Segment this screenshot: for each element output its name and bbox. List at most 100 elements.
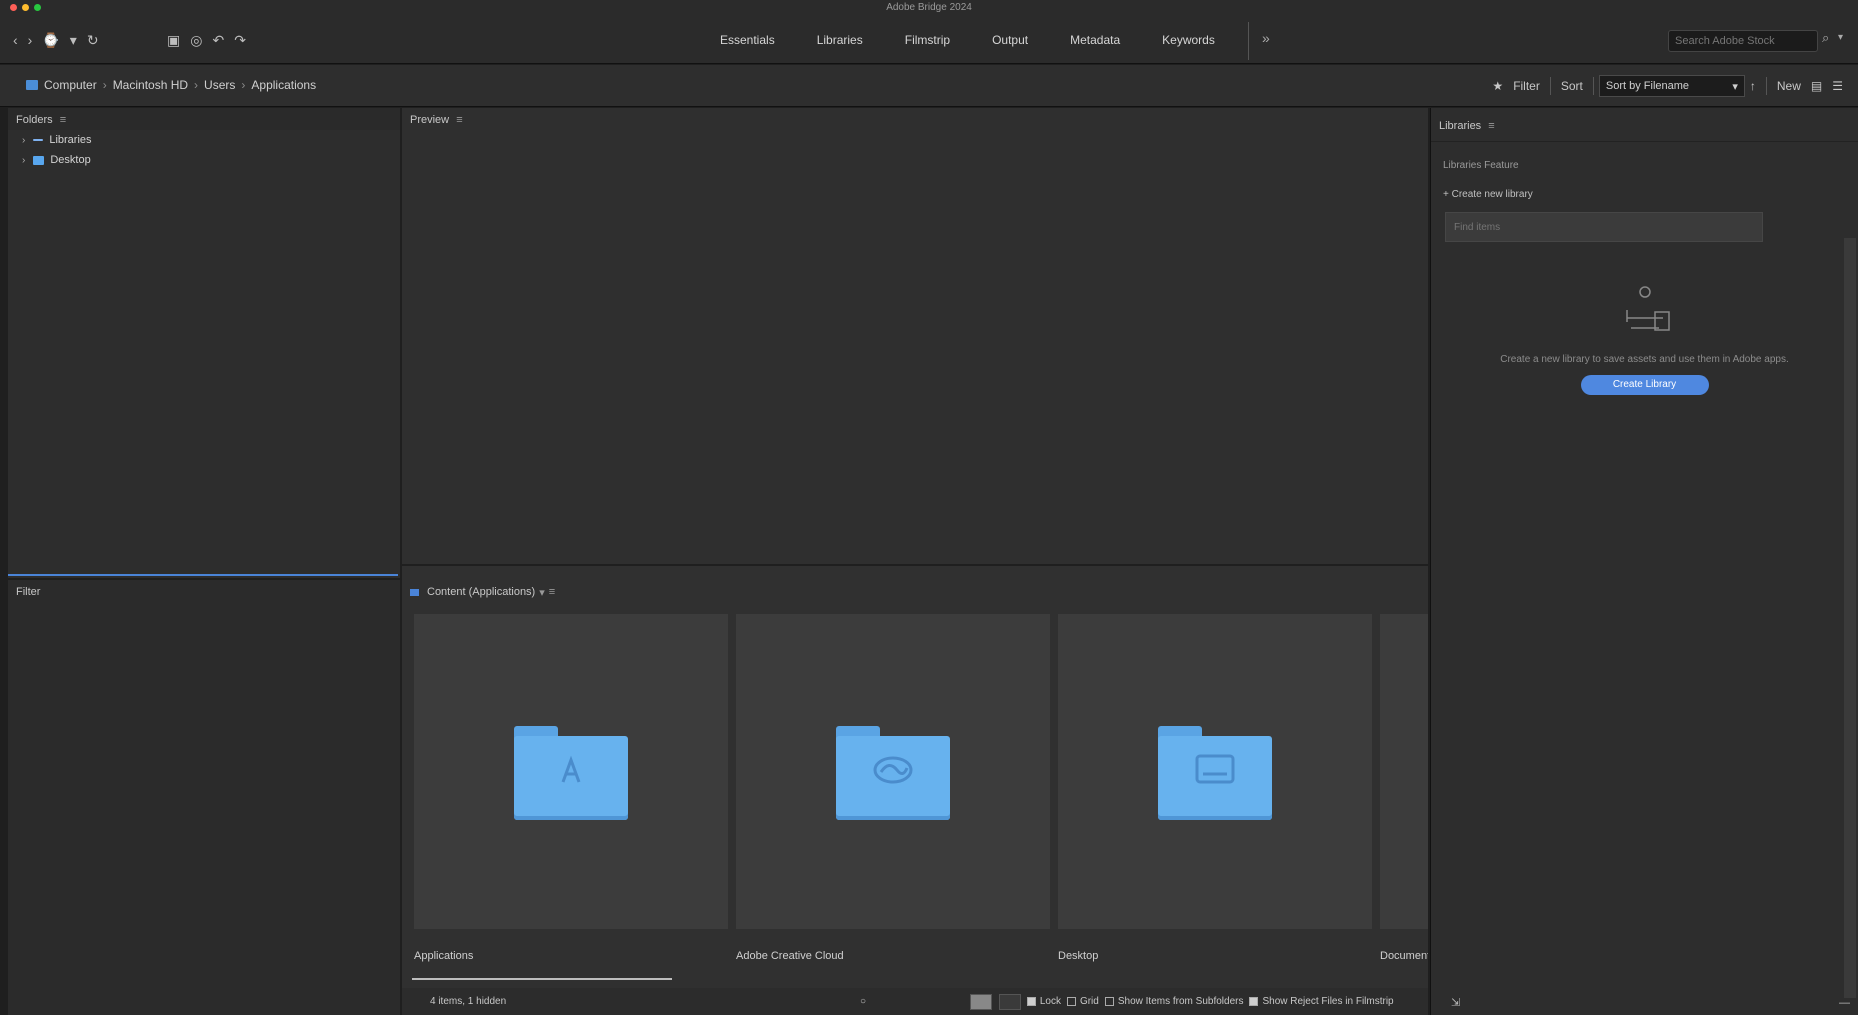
panel-menu-icon[interactable]: ≡ <box>1488 120 1494 132</box>
selection-underline <box>412 978 672 980</box>
content-panel: Content (Applications) ▾ ≡ Applications … <box>402 566 1428 1015</box>
sort-indicator-icon[interactable]: ▾ <box>539 586 545 599</box>
lock-checkbox[interactable] <box>1026 996 1036 1006</box>
breadcrumb-computer[interactable]: Computer <box>44 78 97 92</box>
action-group: ▣ ◎ ↶ ↷ <box>162 16 251 64</box>
more-workspaces-icon[interactable]: » <box>1262 30 1270 46</box>
subfolders-option[interactable]: Show Items from Subfolders <box>1104 996 1244 1007</box>
folders-panel: Folders ≡ › Libraries › Desktop <box>8 108 400 578</box>
thumbnail-documents[interactable] <box>1380 614 1428 929</box>
filter-panel: Filter <box>8 580 400 1015</box>
libraries-panel: Libraries ≡ Libraries Feature + Create n… <box>1430 108 1858 1015</box>
libraries-panel-header: Libraries ≡ <box>1431 108 1858 142</box>
collapse-icon[interactable]: — <box>1839 997 1850 1009</box>
desktop-window-icon <box>1158 752 1272 786</box>
view-tools: ★ Filter Sort Sort by Filename ▾ ↑ New ▤… <box>1487 74 1848 98</box>
details-view-button[interactable] <box>998 993 1021 1010</box>
create-library-link[interactable]: + Create new library <box>1431 189 1858 200</box>
thumbnail-label: Applications <box>414 950 474 962</box>
creative-cloud-icon <box>836 752 950 788</box>
thumbnail-desktop[interactable] <box>1058 614 1372 929</box>
search-dropdown-icon[interactable]: ▾ <box>1838 32 1843 43</box>
reject-checkbox[interactable] <box>1249 996 1259 1006</box>
panel-menu-icon[interactable]: ≡ <box>60 114 66 126</box>
plus-icon: + <box>1443 189 1452 200</box>
folder-icon <box>1158 726 1272 820</box>
folder-item-libraries[interactable]: › Libraries <box>8 130 400 150</box>
tool-divider <box>1592 77 1594 95</box>
nav-group: ‹ › ⌚ ▾ ↻ <box>8 16 104 64</box>
zoom-icon[interactable]: ○ <box>860 996 866 1007</box>
tab-output[interactable]: Output <box>992 33 1028 47</box>
chevron-down-icon: ▾ <box>1732 80 1738 93</box>
item-count: 4 items, 1 hidden <box>430 996 507 1007</box>
boomerang-icon[interactable]: ↻ <box>82 32 104 49</box>
thumbnail-label: Documents <box>1380 950 1428 962</box>
panel-menu-icon[interactable]: ≡ <box>549 586 555 598</box>
breadcrumb-macintosh-hd[interactable]: Macintosh HD <box>113 78 188 92</box>
content-marker <box>410 588 419 596</box>
refine-icon[interactable]: ◎ <box>185 32 207 49</box>
subfolders-label: Show Items from Subfolders <box>1117 996 1244 1007</box>
scrollbar[interactable] <box>1844 238 1856 998</box>
list-view-icon[interactable]: ☰ <box>1827 79 1848 93</box>
back-arrow-icon[interactable]: ‹ <box>8 32 23 48</box>
panel-menu-icon[interactable]: ≡ <box>456 114 462 126</box>
recent-dropdown-icon[interactable]: ▾ <box>65 32 82 49</box>
folder-icon <box>836 726 950 820</box>
folder-item-desktop[interactable]: › Desktop <box>8 150 400 170</box>
desktop-icon <box>33 155 45 165</box>
get-photos-icon[interactable]: ▣ <box>162 32 185 49</box>
new-folder-button[interactable]: New <box>1772 79 1806 93</box>
tool-divider <box>1549 77 1551 95</box>
tab-filmstrip[interactable]: Filmstrip <box>905 33 950 47</box>
create-library-button[interactable]: Create Library <box>1580 375 1709 395</box>
rotate-left-icon[interactable]: ↶ <box>207 32 229 49</box>
lock-label: Lock <box>1039 996 1061 1007</box>
breadcrumb-users[interactable]: Users <box>204 78 235 92</box>
tool-divider <box>1765 77 1767 95</box>
grid-view-button[interactable] <box>970 993 993 1010</box>
tab-libraries[interactable]: Libraries <box>817 33 863 47</box>
library-search-input[interactable] <box>1445 212 1763 242</box>
thumbnail-applications[interactable] <box>414 614 728 929</box>
tab-metadata[interactable]: Metadata <box>1070 33 1120 47</box>
lock-thumbnail-grid[interactable] <box>966 993 1021 1010</box>
thumbnail-creative-cloud[interactable] <box>736 614 1050 929</box>
rotate-right-icon[interactable]: ↷ <box>229 32 251 49</box>
sort-value: Sort by Filename <box>1605 80 1690 92</box>
grid-option[interactable]: Grid <box>1066 996 1099 1007</box>
grid-label: Grid <box>1079 996 1099 1007</box>
rating-filter-icon[interactable]: ★ <box>1487 79 1508 93</box>
forward-arrow-icon[interactable]: › <box>23 32 38 48</box>
sort-direction-icon[interactable]: ↑ <box>1745 79 1761 93</box>
filter-panel-title: Filter <box>16 586 41 598</box>
chevron-right-icon[interactable]: › <box>22 135 25 146</box>
create-library-label: Create new library <box>1451 189 1533 200</box>
preview-panel: Preview ≡ <box>402 108 1428 564</box>
libraries-feature-text: Libraries Feature <box>1443 160 1519 171</box>
reject-option[interactable]: Show Reject Files in Filmstrip <box>1249 996 1394 1007</box>
tab-essentials[interactable]: Essentials <box>720 33 775 47</box>
subfolders-checkbox[interactable] <box>1104 996 1114 1006</box>
empty-library-icon <box>1605 282 1685 342</box>
path-bar: Computer › Macintosh HD › Users › Applic… <box>0 65 1858 107</box>
chevron-right-icon[interactable]: › <box>22 155 25 166</box>
thumbnail-view-icon[interactable]: ▤ <box>1806 79 1827 93</box>
window-title: Adobe Bridge 2024 <box>886 2 972 13</box>
search-icon[interactable]: ⌕ <box>1822 30 1829 46</box>
filter-button[interactable]: Filter <box>1508 79 1545 93</box>
expand-icon[interactable]: ⇲ <box>1451 996 1460 1009</box>
history-icon[interactable]: ⌚ <box>37 32 64 49</box>
panel-resize-handle[interactable] <box>8 574 398 576</box>
breadcrumb-applications[interactable]: Applications <box>251 78 316 92</box>
sort-dropdown[interactable]: Sort by Filename ▾ <box>1598 75 1745 97</box>
search-input[interactable] <box>1668 30 1818 52</box>
folders-panel-header: Folders ≡ <box>8 108 400 130</box>
tab-keywords[interactable]: Keywords <box>1162 33 1215 47</box>
folders-panel-title: Folders <box>16 114 53 126</box>
lock-option[interactable]: Lock <box>1026 996 1061 1007</box>
libraries-icon <box>33 139 44 141</box>
grid-checkbox[interactable] <box>1066 996 1076 1006</box>
app-store-icon <box>514 752 628 788</box>
